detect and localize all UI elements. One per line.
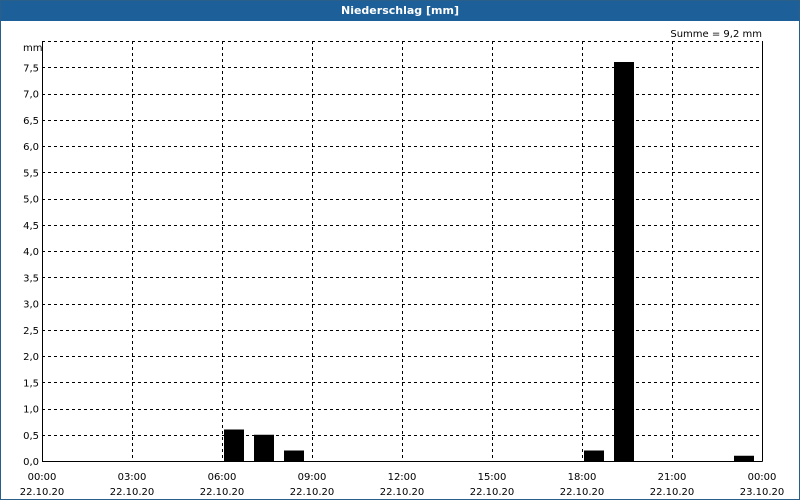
precipitation-chart: 0,0 0,5 1,0 1,5 2,0 2,5 3,0 3,5 4,0 4,5 5,0 5,5 6,0 6… — [20, 29, 785, 498]
x-tick-time: 00:00 — [748, 472, 777, 483]
x-tick-time: 09:00 — [298, 472, 327, 483]
y-tick-label: 6,0 — [23, 142, 39, 153]
bar-18 — [584, 450, 604, 461]
x-tick-time: 06:00 — [208, 472, 237, 483]
y-tick-label: 7,0 — [23, 90, 39, 101]
x-tick-time: 12:00 — [388, 472, 417, 483]
x-tick-time: 00:00 — [28, 472, 57, 483]
y-tick-label: 0,5 — [23, 431, 39, 442]
y-axis-unit: mm — [23, 43, 42, 54]
y-tick-label: 2,0 — [23, 352, 39, 363]
x-tick-date: 22.10.20 — [560, 487, 605, 498]
sum-annotation: Summe = 9,2 mm — [670, 29, 762, 40]
y-tick-label: 3,0 — [23, 300, 39, 311]
y-tick-label: 0,0 — [23, 457, 39, 468]
y-tick-label: 5,5 — [23, 168, 39, 179]
x-tick-time: 15:00 — [478, 472, 507, 483]
x-tick-date: 22.10.20 — [380, 487, 425, 498]
x-tick-time: 03:00 — [118, 472, 147, 483]
bar-23 — [734, 455, 754, 461]
y-tick-label: 1,0 — [23, 405, 39, 416]
x-tick-date: 22.10.20 — [290, 487, 335, 498]
y-tick-label: 4,5 — [23, 221, 39, 232]
y-tick-label: 5,0 — [23, 195, 39, 206]
bar-6 — [224, 429, 244, 461]
x-tick-date: 22.10.20 — [470, 487, 515, 498]
y-tick-label: 2,5 — [23, 326, 39, 337]
y-tick-label: 1,5 — [23, 378, 39, 389]
x-tick-date: 23.10.20 — [740, 487, 785, 498]
y-tick-label: 6,5 — [23, 116, 39, 127]
bar-19 — [614, 62, 634, 461]
bar-7 — [254, 434, 274, 461]
bar-8 — [284, 450, 304, 461]
y-tick-label: 3,5 — [23, 273, 39, 284]
x-tick-date: 22.10.20 — [650, 487, 695, 498]
x-tick-time: 18:00 — [568, 472, 597, 483]
x-tick-date: 22.10.20 — [110, 487, 155, 498]
chart-window: Niederschlag [mm] 0,0 0,5 1,0 1,5 2,0 2,5 3,0 3… — [0, 0, 800, 500]
x-tick-date: 22.10.20 — [200, 487, 245, 498]
y-tick-label: 4,0 — [23, 247, 39, 258]
x-tick-date: 22.10.20 — [20, 487, 65, 498]
x-tick-time: 21:00 — [658, 472, 687, 483]
y-tick-label: 7,5 — [23, 63, 39, 74]
